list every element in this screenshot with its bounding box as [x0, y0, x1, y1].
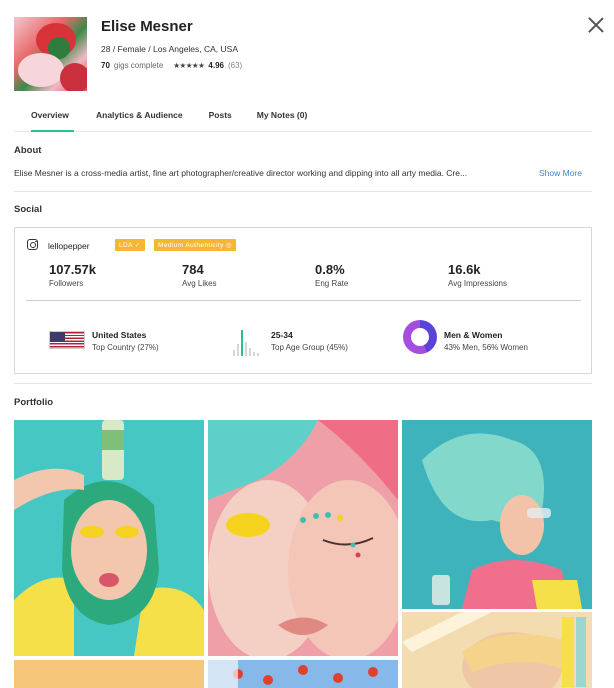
profile-name: Elise Mesner — [101, 18, 193, 35]
portfolio-image[interactable] — [14, 420, 204, 656]
stat-eng-rate: 0.8% Eng Rate — [315, 262, 348, 288]
social-title: Social — [14, 204, 42, 215]
top-age-group-sub: Top Age Group (45%) — [271, 343, 348, 352]
portfolio-title: Portfolio — [14, 397, 54, 408]
stat-avg-impressions: 16.6k Avg Impressions — [448, 262, 507, 288]
profile-tabs: Overview Analytics & Audience Posts My N… — [14, 104, 592, 132]
instagram-icon — [27, 239, 38, 250]
portfolio-image[interactable] — [208, 420, 398, 656]
gender-split-sub: 43% Men, 56% Women — [444, 343, 528, 352]
top-country: United States — [92, 330, 147, 340]
profile-avatar — [14, 17, 87, 91]
tab-overview[interactable]: Overview — [31, 104, 74, 132]
stat-value: 0.8% — [315, 262, 345, 277]
stat-value: 16.6k — [448, 262, 481, 277]
rating-count: (63) — [227, 61, 243, 70]
authenticity-badge: Medium Authenticity ◎ — [154, 239, 237, 251]
portfolio-image[interactable] — [14, 660, 204, 688]
card-divider — [26, 300, 581, 301]
stat-label: Avg Impressions — [448, 279, 507, 288]
show-more-link[interactable]: Show More — [539, 168, 582, 178]
gigs-count: 70 — [101, 61, 110, 70]
top-age-group: 25-34 — [271, 330, 293, 340]
tab-posts[interactable]: Posts — [209, 104, 232, 132]
social-card: lellopepper LDA ✓ Medium Authenticity ◎ … — [14, 227, 592, 374]
stat-followers: 107.57k Followers — [49, 262, 96, 288]
portfolio-image[interactable] — [402, 420, 592, 609]
top-country-sub: Top Country (27%) — [92, 343, 159, 352]
portfolio-image[interactable] — [208, 660, 398, 688]
stat-avg-likes: 784 Avg Likes — [182, 262, 217, 288]
stat-value: 107.57k — [49, 262, 96, 277]
about-text: Elise Mesner is a cross-media artist, fi… — [14, 168, 468, 178]
age-chart-icon — [233, 328, 263, 356]
rating-value: 4.96 — [208, 61, 224, 70]
stat-label: Followers — [49, 279, 84, 288]
gender-donut-icon — [403, 320, 437, 354]
us-flag-icon — [49, 331, 85, 349]
gender-split: Men & Women — [444, 330, 503, 340]
social-handle[interactable]: lellopepper — [48, 241, 90, 251]
about-title: About — [14, 145, 42, 156]
stat-label: Eng Rate — [315, 279, 349, 288]
portfolio-image[interactable] — [402, 612, 592, 688]
rating-stars-icon: ★★★★★ — [173, 61, 205, 70]
tab-analytics-audience[interactable]: Analytics & Audience — [96, 104, 183, 132]
divider — [14, 383, 592, 384]
gigs-summary: 70 gigs complete ★★★★★ 4.96 (63) — [101, 61, 242, 70]
stat-value: 784 — [182, 262, 204, 277]
close-icon[interactable] — [588, 17, 604, 33]
divider — [14, 191, 592, 192]
profile-meta: 28 / Female / Los Angeles, CA, USA — [101, 44, 239, 54]
gigs-label: gigs complete — [113, 61, 164, 70]
stat-label: Avg Likes — [182, 279, 217, 288]
tab-my-notes[interactable]: My Notes (0) — [257, 104, 308, 132]
lda-badge: LDA ✓ — [115, 239, 145, 251]
